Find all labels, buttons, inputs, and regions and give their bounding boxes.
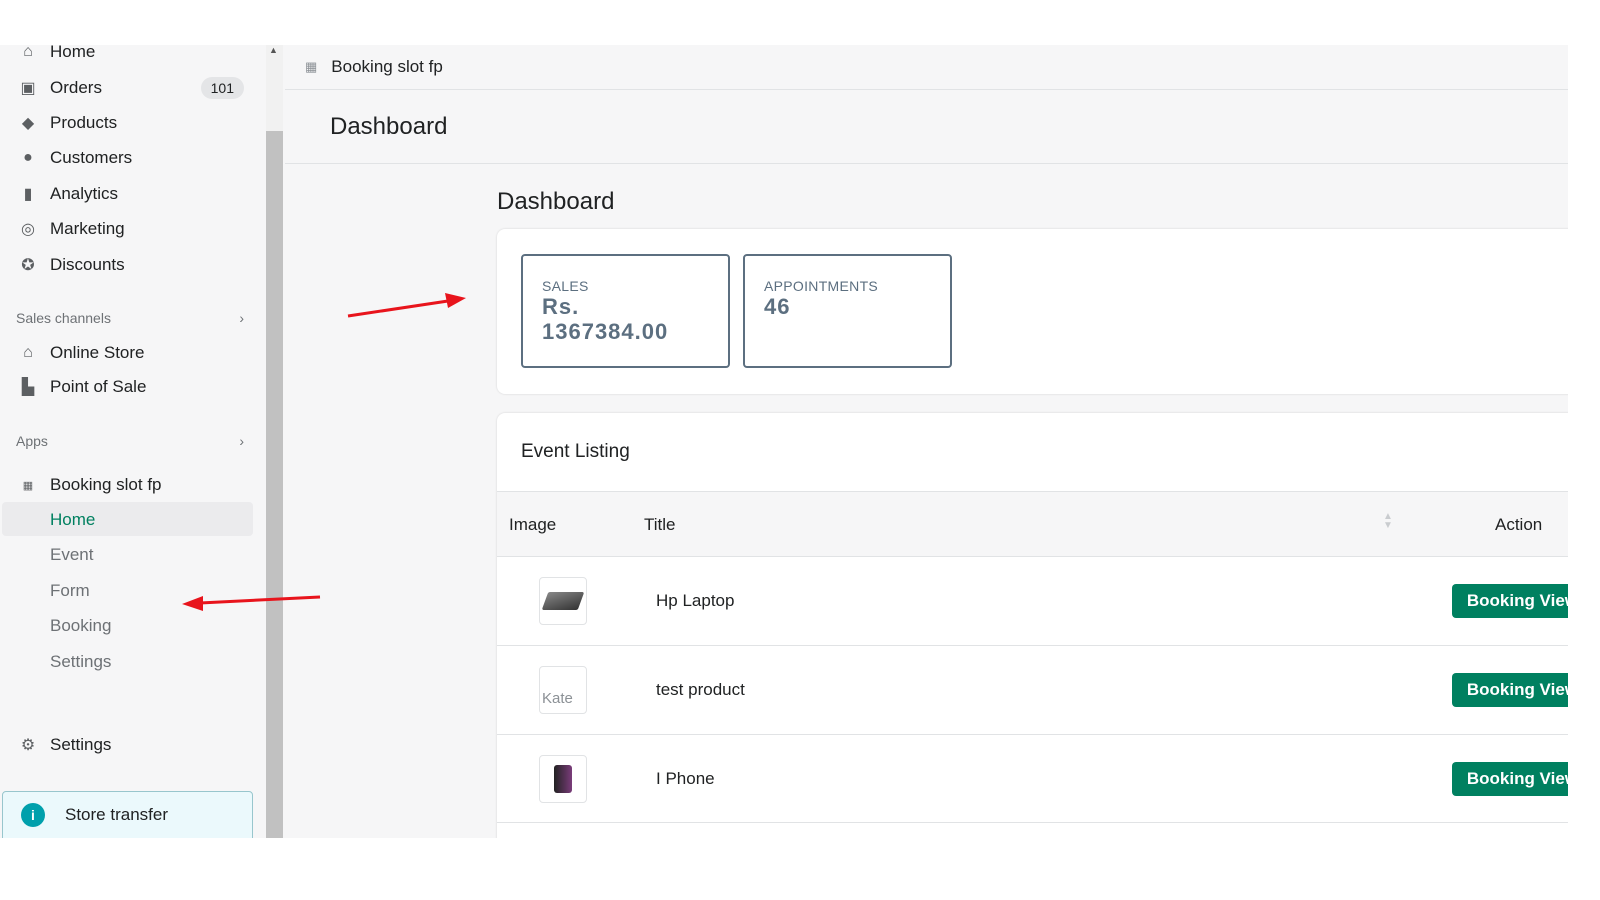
annotation-arrows [182,293,466,611]
arrow-to-stats [347,293,466,318]
arrow-to-app-nav [182,595,321,611]
